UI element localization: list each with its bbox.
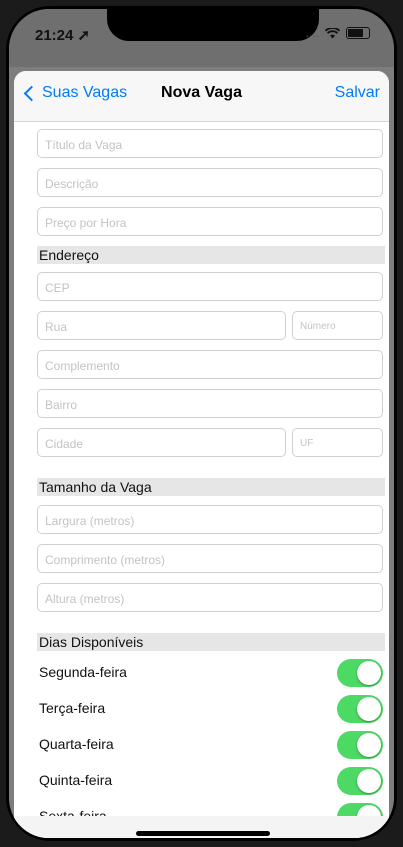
day-toggle-segunda[interactable] [337,659,383,687]
home-indicator[interactable] [136,831,270,836]
preco-field[interactable]: Preço por Hora [37,207,383,236]
rua-field[interactable]: Rua [37,311,286,340]
largura-field[interactable]: Largura (metros) [37,505,383,534]
cep-field[interactable]: CEP [37,272,383,301]
navigation-bar: Suas Vagas Nova Vaga Salvar [14,71,389,122]
complemento-field[interactable]: Complemento [37,350,383,379]
section-tamanho: Tamanho da Vaga [37,478,385,496]
day-row-quarta: Quarta-feira [37,731,383,759]
signal-text: .... [305,26,319,40]
comprimento-field[interactable]: Comprimento (metros) [37,544,383,573]
cidade-field[interactable]: Cidade [37,428,286,457]
day-label: Segunda-feira [39,664,127,680]
day-label: Quarta-feira [39,736,114,752]
day-row-quinta: Quinta-feira [37,767,383,795]
status-bar: 21:24 ➚ .... [9,9,394,67]
day-row-segunda: Segunda-feira [37,659,383,687]
toggle-knob [357,697,381,721]
altura-field[interactable]: Altura (metros) [37,583,383,612]
screen: 21:24 ➚ .... Suas Vagas Nova Vaga Salvar… [9,9,394,838]
toggle-knob [357,733,381,757]
day-label: Terça-feira [39,700,106,716]
notch [107,9,319,41]
day-toggle-terca[interactable] [337,695,383,723]
day-row-terca: Terça-feira [37,695,383,723]
bairro-field[interactable]: Bairro [37,389,383,418]
battery-icon [346,27,370,39]
numero-field[interactable]: Número [292,311,383,340]
day-label: Quinta-feira [39,772,113,788]
page-title: Nova Vaga [161,84,242,101]
wifi-icon [325,27,340,38]
modal-sheet: Suas Vagas Nova Vaga Salvar Título da Va… [14,71,389,838]
day-toggle-quinta[interactable] [337,767,383,795]
save-button[interactable]: Salvar [335,84,380,102]
section-dias: Dias Disponíveis [37,633,385,651]
day-toggle-quarta[interactable] [337,731,383,759]
status-icons: .... [306,26,370,40]
toggle-knob [357,769,381,793]
time-text: 21:24 [35,27,74,44]
uf-field[interactable]: UF [292,428,383,457]
phone-frame: 21:24 ➚ .... Suas Vagas Nova Vaga Salvar… [6,6,397,841]
location-icon: ➚ [77,27,91,44]
descricao-field[interactable]: Descrição [37,168,383,197]
section-endereco: Endereço [37,246,385,264]
status-time: 21:24 ➚ [35,26,90,44]
titulo-field[interactable]: Título da Vaga [37,129,383,158]
toggle-knob [357,661,381,685]
